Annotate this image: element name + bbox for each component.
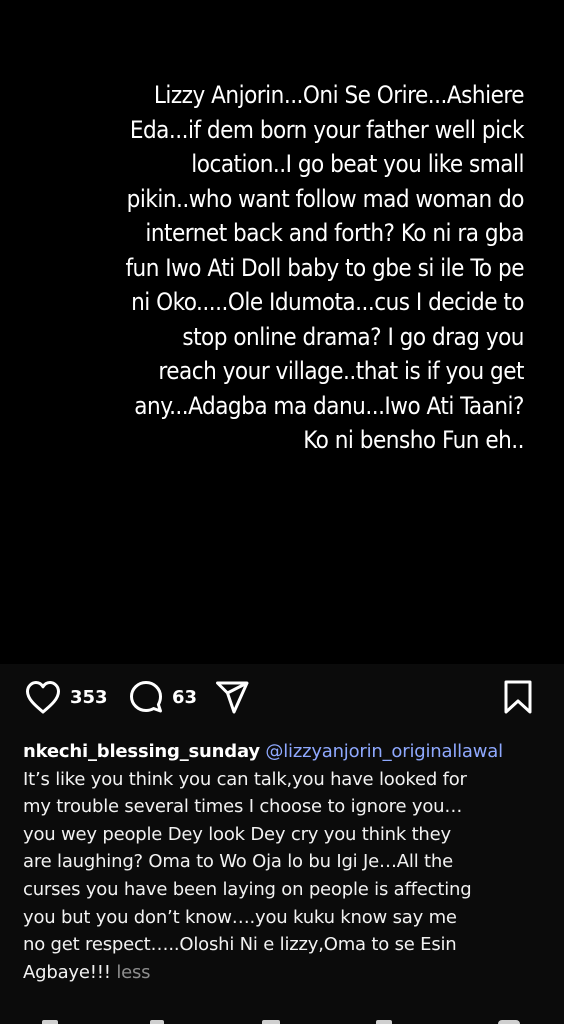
bookmark-icon[interactable]: [502, 679, 534, 715]
caption-line: curses you have been laying on people is…: [23, 878, 472, 900]
caption-line: It’s like you think you can talk,you hav…: [23, 768, 467, 790]
avatar[interactable]: [498, 1020, 520, 1024]
bottom-nav-partial: [0, 1014, 564, 1024]
less-link[interactable]: less: [116, 962, 150, 983]
caption-username[interactable]: nkechi_blessing_sunday: [23, 741, 260, 762]
share-icon[interactable]: [214, 679, 250, 715]
post-text-line: location..I go beat you like small: [191, 150, 524, 178]
caption-line: are laughing? Oma to Wo Oja lo bu Igi Je…: [23, 851, 453, 873]
reels-icon[interactable]: [376, 1020, 392, 1024]
post-text-line: any...Adagba ma danu...Iwo Ati Taani?: [134, 391, 524, 420]
caption-last-line: Agbaye!!! less: [23, 959, 553, 987]
post-text-line: ni Oko.....Ole Idumota...cus I decide to: [131, 288, 524, 316]
comment-button[interactable]: 63: [128, 679, 197, 715]
home-icon[interactable]: [42, 1020, 58, 1024]
post-text-overlay: Lizzy Anjorin...Oni Se Orire...Ashiere E…: [24, 78, 524, 458]
post-text-line: Ko ni bensho Fun eh..: [303, 426, 524, 454]
comment-count[interactable]: 63: [172, 687, 197, 708]
post-text-line: Lizzy Anjorin...Oni Se Orire...Ashiere: [153, 81, 525, 109]
add-icon[interactable]: [262, 1020, 280, 1024]
post-text-line: Eda...if dem born your father well pick: [129, 115, 525, 144]
caption-mention[interactable]: @lizzyanjorin_originallawal: [265, 741, 503, 762]
caption-line: you wey people Dey look Dey cry you thin…: [23, 823, 451, 845]
post-text-line: pikin..who want follow mad woman do: [126, 184, 525, 213]
caption-line-end: Agbaye!!!: [23, 961, 111, 983]
search-icon[interactable]: [150, 1020, 164, 1024]
caption-line: no get respect…..Oloshi Ni e lizzy,Oma t…: [23, 934, 457, 956]
post-text-line: fun Iwo Ati Doll baby to gbe si ile To p…: [125, 253, 524, 282]
post-text-line: internet back and forth? Ko ni ra gba: [145, 219, 524, 247]
comment-icon[interactable]: [128, 679, 164, 715]
caption-header: nkechi_blessing_sunday @lizzyanjorin_ori…: [23, 738, 553, 766]
post-image[interactable]: Lizzy Anjorin...Oni Se Orire...Ashiere E…: [0, 0, 564, 664]
share-button[interactable]: [214, 679, 250, 715]
post-text-line: reach your village..that is if you get: [158, 357, 524, 385]
like-count[interactable]: 353: [70, 687, 108, 708]
caption-line: you but you don’t know….you kuku know sa…: [23, 906, 457, 928]
post-action-bar: 353 63: [0, 679, 564, 719]
like-button[interactable]: 353: [24, 679, 108, 715]
caption-line: my trouble several times I choose to ign…: [23, 796, 463, 818]
save-button[interactable]: [502, 679, 534, 715]
post-caption: nkechi_blessing_sunday @lizzyanjorin_ori…: [23, 738, 553, 986]
post-text-line: stop online drama? I go drag you: [182, 322, 524, 351]
heart-icon[interactable]: [24, 679, 62, 715]
